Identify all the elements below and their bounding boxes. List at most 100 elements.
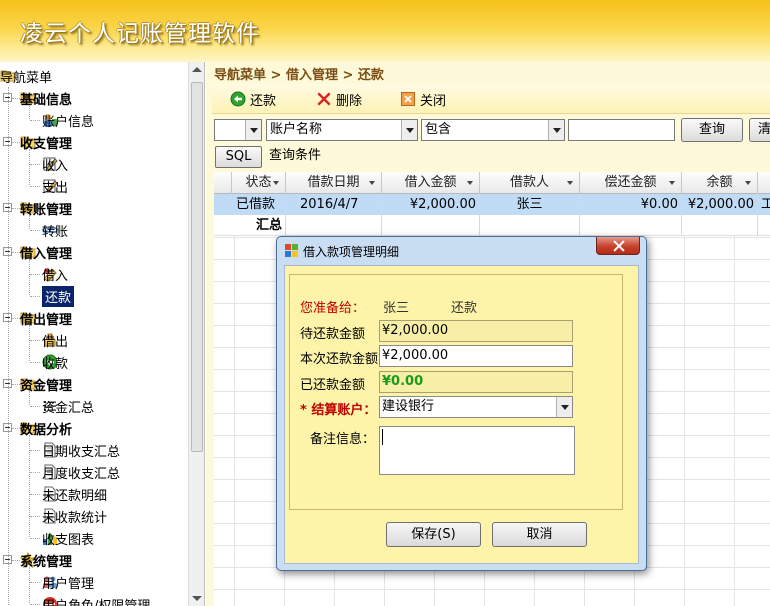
sidebar-item[interactable]: 借入 [42, 263, 68, 285]
column-header-date[interactable]: 借款日期 [286, 172, 382, 194]
scroll-down-icon[interactable] [192, 596, 202, 601]
sidebar-item[interactable]: 收入 [42, 153, 68, 175]
sidebar-item[interactable]: 收款 [42, 351, 68, 373]
sidebar-item[interactable]: 转账 [42, 219, 68, 241]
column-header-amount[interactable]: 借入金额 [382, 172, 480, 194]
sidebar-item[interactable]: 未还款明细 [42, 483, 107, 505]
sidebar-group[interactable]: 系统管理 [19, 549, 72, 571]
settlement-account-label: * 结算账户： [300, 403, 377, 418]
repayment-detail-dialog: 借入款项管理明细 您准备给： 张三 还款 待还款金额 ¥2,000.00 本次还… [276, 236, 647, 571]
delete-x-icon [316, 91, 332, 107]
tree-item-label: 基础信息 [20, 92, 73, 108]
keyword-input[interactable] [568, 119, 675, 141]
scroll-up-icon[interactable] [192, 67, 202, 72]
tree-connector [12, 252, 20, 253]
logic-select[interactable] [214, 119, 262, 141]
tree-connector [30, 362, 40, 363]
save-button[interactable]: 保存(S) [386, 522, 481, 547]
sidebar-scrollbar[interactable] [188, 62, 204, 606]
column-header-more [758, 172, 770, 194]
table-row[interactable]: 已借款 2016/4/7 ¥2,000.00 张三 ¥0.00 ¥2,000.0… [214, 194, 770, 215]
sidebar-group[interactable]: 基础信息 [20, 87, 72, 109]
tree-item-label: 收支管理 [20, 136, 73, 152]
column-header-balance[interactable]: 余额 [682, 172, 758, 194]
tree-connector [29, 435, 30, 537]
repay-button[interactable]: 还款 [230, 89, 276, 109]
tree-item-label: 导航菜单 [0, 70, 53, 86]
sidebar-item[interactable]: 用户角色/权限管理 [42, 593, 150, 606]
column-label: 偿还金额 [604, 175, 657, 190]
chevron-down-icon[interactable] [556, 397, 572, 417]
sidebar-group[interactable]: 转账管理 [20, 197, 72, 219]
action-label: 还款 [451, 301, 478, 316]
sidebar-item[interactable]: 借出 [42, 329, 68, 351]
tree-item-label: 用户管理 [42, 576, 95, 592]
chevron-down-icon[interactable] [273, 181, 279, 185]
cancel-button[interactable]: 取消 [492, 522, 587, 547]
tree-connector [12, 384, 20, 385]
delete-button[interactable]: 删除 [316, 89, 362, 109]
tree-connector [29, 325, 30, 361]
cell-extra: 工商 [758, 194, 770, 215]
sidebar-group[interactable]: 数据分析 [20, 417, 72, 439]
cell-amount: ¥2,000.00 [382, 194, 480, 215]
app-header: 凌云个人记账管理软件 [0, 0, 770, 62]
tree-connector [30, 604, 40, 605]
sidebar-item[interactable]: 支出 [42, 175, 68, 197]
sidebar-group[interactable]: 借出管理 [20, 307, 72, 329]
sidebar-item[interactable]: 资金汇总 [42, 395, 94, 417]
sidebar-item[interactable]: 用户管理 [42, 571, 94, 593]
tree-connector [30, 516, 40, 517]
column-header-repaid[interactable]: 偿还金额 [580, 172, 682, 194]
sidebar-item[interactable]: 未收款统计 [42, 505, 107, 527]
note-textarea[interactable] [379, 426, 575, 475]
note-label: 备注信息： [310, 432, 376, 447]
sidebar-item[interactable]: 日期收支汇总 [42, 439, 120, 461]
tree-item-label: 转账 [42, 224, 69, 240]
tree-item-label: 支出 [42, 180, 69, 196]
column-label: 余额 [706, 175, 733, 190]
cell-balance: ¥2,000.00 [682, 194, 758, 215]
settlement-account-select[interactable]: 建设银行 [379, 396, 573, 418]
tree-item-label: 借入管理 [20, 246, 73, 262]
tree-connector [29, 259, 30, 295]
field-select[interactable]: 账户名称 [266, 119, 418, 141]
tree-connector [29, 149, 30, 185]
tree-connector [30, 340, 40, 341]
dialog-close-button[interactable] [596, 237, 640, 255]
query-button[interactable]: 查询 [681, 118, 743, 142]
tree-connector [30, 296, 40, 297]
sidebar-item[interactable]: 账户信息 [42, 109, 94, 131]
pending-amount-label: 待还款金额 [300, 327, 366, 342]
operator-select[interactable]: 包含 [421, 119, 565, 141]
chevron-down-icon[interactable] [369, 181, 375, 185]
tree-root[interactable]: 导航菜单 [0, 65, 52, 87]
sidebar-group[interactable]: 资金管理 [20, 373, 72, 395]
chevron-down-icon[interactable] [401, 120, 417, 140]
sidebar-item[interactable]: 还款 [42, 285, 75, 307]
sidebar-group[interactable]: 借入管理 [20, 241, 72, 263]
scrollbar-thumb[interactable] [191, 82, 203, 452]
chevron-down-icon[interactable] [669, 181, 675, 185]
column-label: 借入金额 [404, 175, 457, 190]
sidebar-group[interactable]: 收支管理 [20, 131, 72, 153]
sidebar-item[interactable]: 收支图表 [42, 527, 94, 549]
tree-item-label: 收支图表 [42, 532, 95, 548]
close-button[interactable]: 关闭 [400, 89, 446, 109]
chevron-down-icon[interactable] [548, 120, 564, 140]
column-header-lender[interactable]: 借款人 [480, 172, 580, 194]
tree-item-label: 用户角色/权限管理 [42, 598, 151, 606]
chevron-down-icon[interactable] [745, 181, 751, 185]
clear-button[interactable]: 清 [749, 118, 770, 142]
current-amount-field[interactable]: ¥2,000.00 [379, 345, 573, 367]
sidebar-item[interactable]: 月度收支汇总 [42, 461, 120, 483]
repaid-amount-label: 已还款金额 [300, 378, 366, 393]
column-label: 借款人 [509, 175, 549, 190]
chevron-down-icon[interactable] [245, 120, 261, 140]
column-header-status[interactable]: 状态 [232, 172, 286, 194]
chevron-down-icon[interactable] [567, 181, 573, 185]
chevron-down-icon[interactable] [467, 181, 473, 185]
tree-item-label: 日期收支汇总 [42, 444, 121, 460]
sql-button[interactable]: SQL [215, 146, 262, 168]
pending-amount-field: ¥2,000.00 [379, 320, 573, 342]
